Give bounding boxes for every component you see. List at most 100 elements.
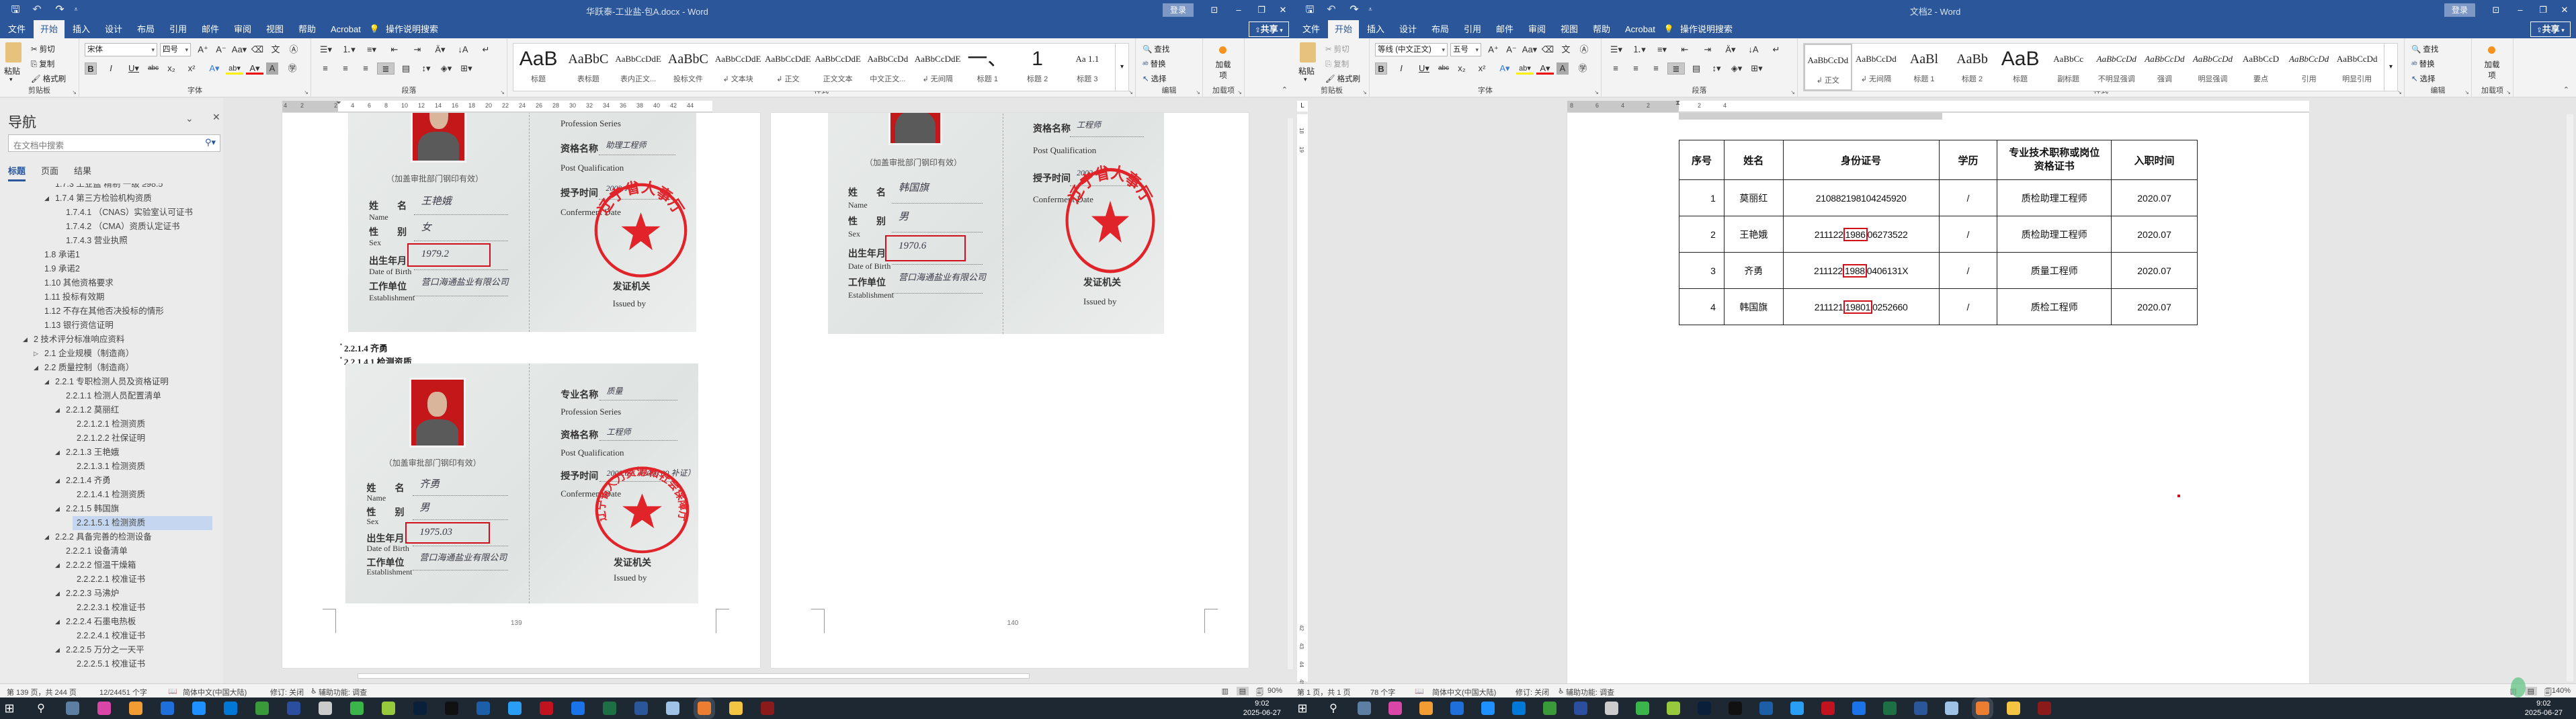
copy-button[interactable]: ⎘ 复制 [31, 58, 54, 69]
taskbar-acrobat-icon[interactable] [1821, 702, 1835, 715]
multilevel-list-icon[interactable]: ≡▾ [1653, 44, 1671, 56]
superscript-icon[interactable]: x² [1476, 62, 1488, 75]
nav-heading-item[interactable]: ◢ 2.2.1.5 韩国旗 [0, 502, 212, 516]
style-0[interactable]: AaBbCcDd ↲ 正文 [1804, 44, 1852, 91]
text-effects-icon[interactable]: A▾ [206, 62, 223, 75]
style-6[interactable]: AaBbCcDdE 正文文本 [813, 44, 863, 91]
align-left-icon[interactable]: ≡ [317, 62, 334, 75]
cut-button[interactable]: ✂ 剪切 [1325, 44, 1349, 54]
page-count[interactable]: 第 139 页，共 244 页 [7, 687, 77, 697]
style-8[interactable]: AaBbCcDdE ↲ 无间隔 [913, 44, 962, 91]
dialog-launcher-icon[interactable]: ↘ [2464, 89, 2469, 95]
horizontal-scrollbar[interactable] [358, 673, 1030, 679]
tab-7[interactable]: 审阅 [1522, 20, 1552, 38]
taskbar-color-wheel-icon[interactable] [1388, 702, 1402, 715]
nav-heading-item[interactable]: 2.2.1.5.1 检测资质 [73, 516, 212, 530]
taskbar-browser-ring-icon[interactable] [224, 702, 237, 715]
taskbar-camera-icon[interactable] [129, 702, 142, 715]
nav-heading-item[interactable]: 2.2.2.3.1 校准证书 [0, 601, 212, 615]
tab-5[interactable]: 引用 [163, 20, 194, 38]
nav-heading-item[interactable]: 1.10 其他资格要求 [0, 276, 212, 290]
show-marks-icon[interactable]: ↵ [1767, 44, 1786, 56]
line-spacing-icon[interactable]: ↕▾ [1708, 62, 1725, 75]
close-icon[interactable]: ✕ [2559, 4, 2571, 16]
collapsed-arrow-icon[interactable]: ▷ [34, 347, 38, 361]
taskbar-clock[interactable]: 9:02 2025-06-27 [1243, 699, 1281, 718]
ribbon-display-icon[interactable]: ⊡ [1208, 4, 1220, 16]
expanded-arrow-icon[interactable]: ◢ [55, 558, 60, 573]
style-5[interactable]: AaBbCc 副标题 [2044, 44, 2093, 91]
nav-heading-item[interactable]: ◢ 2.2.1.2 莫丽红 [0, 403, 212, 417]
dialog-launcher-icon[interactable]: ↘ [2397, 89, 2402, 95]
restore-icon[interactable]: ❐ [1255, 4, 1268, 16]
taskbar-wechat-icon[interactable] [350, 702, 364, 715]
style-7[interactable]: AaBbCcDd 中文正文... [863, 44, 913, 91]
tab-1[interactable]: 开始 [1328, 20, 1360, 38]
bullets-icon[interactable]: ☰▾ [1607, 44, 1626, 56]
tab-4[interactable]: 布局 [1425, 20, 1456, 38]
distributed-icon[interactable]: ▤ [1688, 62, 1705, 75]
tell-me-search[interactable]: 操作说明搜索 [379, 20, 445, 38]
tab-7[interactable]: 审阅 [227, 20, 258, 38]
taskbar-photoshop-icon[interactable] [413, 702, 427, 715]
bold-icon[interactable]: B [1375, 62, 1387, 75]
taskbar-chat-app-icon[interactable] [1790, 702, 1804, 715]
justify-icon[interactable]: ≣ [1667, 62, 1685, 75]
increase-indent-icon[interactable]: ⇥ [408, 44, 427, 56]
increase-indent-icon[interactable]: ⇥ [1698, 44, 1717, 56]
find-button[interactable]: 🔍 查找 [2411, 44, 2438, 54]
minimize-icon[interactable]: – [2514, 4, 2526, 16]
taskbar-vpn-app-icon[interactable] [287, 702, 300, 715]
grow-font-icon[interactable]: A⁺ [1485, 44, 1501, 56]
paste-button[interactable]: 粘贴 ▾ [1297, 42, 1320, 84]
grow-font-icon[interactable]: A⁺ [195, 44, 211, 56]
nav-heading-item[interactable]: ◢ 2 技术评分标准响应资料 [0, 333, 212, 347]
tab-9[interactable]: 帮助 [1586, 20, 1617, 38]
font-size-select[interactable]: 四号 [160, 43, 191, 56]
dialog-launcher-icon[interactable]: ↘ [1594, 89, 1599, 95]
enclose-char-icon[interactable]: ㊫ [286, 62, 298, 75]
taskbar-green-app-icon[interactable] [1543, 702, 1556, 715]
subscript-icon[interactable]: x₂ [1456, 62, 1468, 75]
horizontal-ruler[interactable]: 4 2 2 4 6 8 10 12 14 16 18 20 22 24 26 28 30 32 34 36 38 40 42… [282, 99, 712, 112]
nav-heading-item[interactable]: 2.2.2.1 设备清单 [0, 544, 212, 558]
font-name-select[interactable]: 宋体 [85, 43, 157, 56]
nav-search-input[interactable]: 在文档中搜索 [13, 138, 64, 151]
tab-5[interactable]: 引用 [1457, 20, 1488, 38]
nav-heading-item[interactable]: 1.7.4.3 营业执照 [0, 234, 212, 248]
styles-more-button[interactable]: ▾ [2384, 44, 2397, 91]
style-5[interactable]: AaBbCcDdE ↲ 正文 [763, 44, 813, 91]
highlight-icon[interactable]: ab▾ [226, 62, 243, 75]
decrease-indent-icon[interactable]: ⇤ [385, 44, 404, 56]
font-color-icon[interactable]: A▾ [1536, 62, 1554, 75]
nav-heading-item[interactable]: ◢ 2.2.2 具备完善的检测设备 [0, 530, 212, 544]
format-painter-button[interactable]: 🖌 格式刷 [1325, 73, 1360, 84]
select-button[interactable]: ↖ 选择 [2411, 73, 2436, 84]
taskbar-pen-app-icon[interactable] [1667, 702, 1680, 715]
nav-heading-item[interactable]: 2.2.1.1 检测人员配置清单 [0, 389, 212, 403]
nav-heading-item[interactable]: 1.11 投标有效期 [0, 290, 212, 304]
nav-heading-item[interactable]: 1.7.4.1 （CNAS）实验室认可证书 [0, 206, 212, 220]
multilevel-list-icon[interactable]: ≡▾ [362, 44, 381, 56]
taskbar-qq-icon[interactable] [1729, 702, 1742, 715]
tab-selector[interactable]: L [1297, 101, 1308, 112]
font-color-icon[interactable]: A▾ [246, 62, 263, 75]
addins-button[interactable]: 加载项 [1208, 44, 1238, 81]
nav-heading-item[interactable]: 2.2.2.2.1 校准证书 [0, 573, 212, 587]
style-1[interactable]: AaBbC 表标题 [563, 44, 613, 91]
signin-button[interactable]: 登录 [1163, 3, 1194, 17]
bullets-icon[interactable]: ☰▾ [317, 44, 335, 56]
enclose-char-icon[interactable]: ㊫ [1577, 62, 1589, 75]
vertical-scrollbar[interactable] [2567, 114, 2573, 681]
taskbar-dots-app-icon[interactable] [161, 702, 174, 715]
align-center-icon[interactable]: ≡ [1627, 62, 1645, 75]
tab-3[interactable]: 设计 [1393, 20, 1423, 38]
strikethrough-icon[interactable]: abc [145, 62, 161, 75]
find-button[interactable]: 🔍 查找 [1142, 44, 1169, 54]
addins-button[interactable]: 加载项 [2477, 44, 2507, 81]
nav-heading-item[interactable]: ◢ 2.2.2.5 万分之一天平 [0, 643, 212, 657]
tab-8[interactable]: 视图 [259, 20, 290, 38]
taskbar-edge-browser-icon[interactable] [571, 702, 585, 715]
font-name-select[interactable]: 等线 (中文正文) [1375, 43, 1448, 56]
taskbar-word-icon[interactable] [1914, 702, 1927, 715]
